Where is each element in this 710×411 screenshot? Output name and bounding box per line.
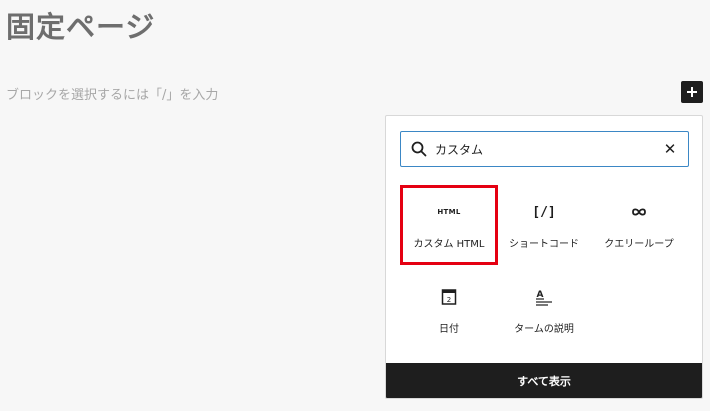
shortcode-icon: [/] bbox=[532, 204, 556, 220]
block-label: ショートコード bbox=[509, 239, 579, 250]
block-label: タームの説明 bbox=[514, 324, 574, 335]
page-title: 固定ページ bbox=[6, 10, 156, 44]
block-item-custom-html[interactable]: HTML カスタム HTML bbox=[403, 189, 495, 259]
close-icon[interactable]: ✕ bbox=[662, 141, 678, 157]
html-icon: HTML bbox=[437, 208, 461, 216]
block-inserter-panel: ✕ HTML カスタム HTML [/] ショートコード クエリーループ 2 日… bbox=[385, 115, 703, 399]
svg-text:2: 2 bbox=[447, 296, 451, 304]
block-label: 日付 bbox=[439, 324, 459, 335]
search-box[interactable]: ✕ bbox=[400, 131, 689, 167]
block-placeholder[interactable]: ブロックを選択するには「/」を入力 bbox=[6, 84, 218, 103]
block-item-query-loop[interactable]: クエリーループ bbox=[593, 189, 685, 259]
term-description-icon: A bbox=[498, 287, 590, 307]
block-label: クエリーループ bbox=[604, 239, 674, 250]
search-icon bbox=[411, 141, 427, 157]
calendar-icon: 2 bbox=[403, 287, 495, 307]
block-item-term-description[interactable]: A タームの説明 bbox=[498, 274, 590, 344]
block-item-date[interactable]: 2 日付 bbox=[403, 274, 495, 344]
loop-icon bbox=[593, 202, 685, 222]
block-item-shortcode[interactable]: [/] ショートコード bbox=[498, 189, 590, 259]
browse-all-button[interactable]: すべて表示 bbox=[386, 363, 702, 398]
search-input[interactable] bbox=[435, 139, 650, 159]
add-block-button[interactable] bbox=[681, 81, 703, 103]
block-label: カスタム HTML bbox=[413, 239, 485, 250]
